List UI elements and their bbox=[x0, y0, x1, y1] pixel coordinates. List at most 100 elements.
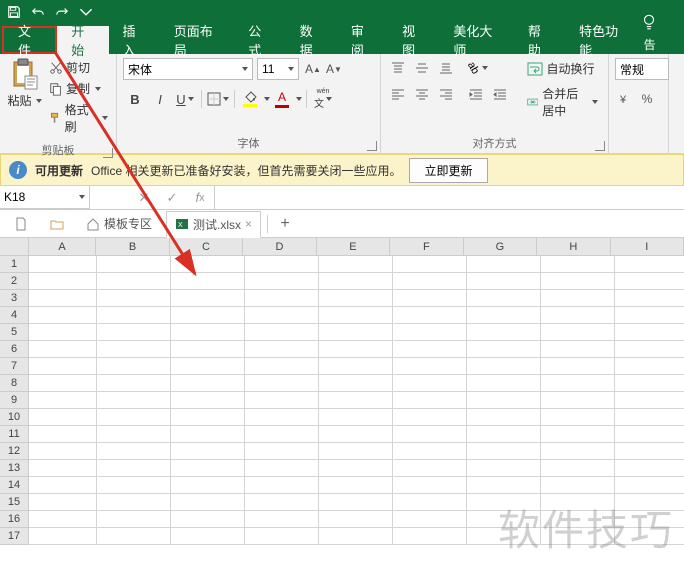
cell[interactable] bbox=[541, 426, 615, 443]
cell[interactable] bbox=[467, 358, 541, 375]
tab-file[interactable]: 文件 bbox=[2, 26, 57, 54]
tab-special[interactable]: 特色功能 bbox=[565, 26, 640, 54]
cell[interactable] bbox=[245, 460, 319, 477]
fill-color-button[interactable] bbox=[239, 88, 261, 110]
cell[interactable] bbox=[171, 324, 245, 341]
templates-tab[interactable]: 模板专区 bbox=[78, 211, 160, 236]
cell[interactable] bbox=[171, 307, 245, 324]
redo-icon[interactable] bbox=[54, 4, 70, 20]
cell[interactable] bbox=[97, 443, 171, 460]
cell[interactable] bbox=[245, 358, 319, 375]
cell[interactable] bbox=[541, 358, 615, 375]
name-box[interactable]: K18 bbox=[0, 186, 90, 209]
tab-home[interactable]: 开始 bbox=[57, 26, 108, 54]
cell[interactable] bbox=[29, 443, 97, 460]
cell[interactable] bbox=[97, 375, 171, 392]
cell[interactable] bbox=[319, 443, 393, 460]
cell[interactable] bbox=[393, 494, 467, 511]
cell[interactable] bbox=[541, 290, 615, 307]
col-header[interactable]: B bbox=[96, 238, 169, 256]
cell[interactable] bbox=[29, 375, 97, 392]
cell[interactable] bbox=[319, 324, 393, 341]
cell[interactable] bbox=[29, 477, 97, 494]
cell[interactable] bbox=[393, 256, 467, 273]
tab-page-layout[interactable]: 页面布局 bbox=[160, 26, 235, 54]
confirm-edit-icon[interactable]: ✓ bbox=[158, 190, 186, 206]
cell[interactable] bbox=[171, 375, 245, 392]
cell[interactable] bbox=[541, 324, 615, 341]
cell[interactable] bbox=[29, 341, 97, 358]
cell[interactable] bbox=[393, 477, 467, 494]
row-header[interactable]: 1 bbox=[0, 256, 29, 273]
cell[interactable] bbox=[97, 477, 171, 494]
tab-data[interactable]: 数据 bbox=[286, 26, 337, 54]
cell[interactable] bbox=[245, 307, 319, 324]
update-now-button[interactable]: 立即更新 bbox=[409, 158, 487, 183]
font-launcher[interactable] bbox=[367, 141, 377, 151]
cell[interactable] bbox=[97, 256, 171, 273]
cell[interactable] bbox=[467, 426, 541, 443]
cell[interactable] bbox=[393, 290, 467, 307]
row-header[interactable]: 14 bbox=[0, 477, 29, 494]
cell[interactable] bbox=[615, 528, 684, 545]
cell[interactable] bbox=[467, 307, 541, 324]
cell[interactable] bbox=[541, 375, 615, 392]
bold-button[interactable]: B bbox=[123, 88, 147, 110]
cell[interactable] bbox=[319, 477, 393, 494]
cell[interactable] bbox=[615, 341, 684, 358]
cell[interactable] bbox=[171, 273, 245, 290]
cell[interactable] bbox=[467, 256, 541, 273]
cell[interactable] bbox=[467, 375, 541, 392]
cell[interactable] bbox=[245, 443, 319, 460]
cell[interactable] bbox=[541, 511, 615, 528]
cell[interactable] bbox=[29, 409, 97, 426]
cell[interactable] bbox=[467, 443, 541, 460]
cell[interactable] bbox=[467, 460, 541, 477]
cell[interactable] bbox=[393, 358, 467, 375]
tab-help[interactable]: 帮助 bbox=[514, 26, 565, 54]
cell[interactable] bbox=[615, 307, 684, 324]
cell[interactable] bbox=[319, 290, 393, 307]
clipboard-launcher[interactable] bbox=[103, 148, 113, 158]
cell[interactable] bbox=[245, 494, 319, 511]
row-header[interactable]: 13 bbox=[0, 460, 29, 477]
save-icon[interactable] bbox=[6, 4, 22, 20]
cell[interactable] bbox=[171, 443, 245, 460]
cell[interactable] bbox=[245, 511, 319, 528]
add-tab-button[interactable]: + bbox=[274, 213, 296, 235]
cell[interactable] bbox=[171, 392, 245, 409]
font-family-select[interactable]: 宋体 bbox=[123, 58, 253, 80]
cell[interactable] bbox=[97, 273, 171, 290]
cell[interactable] bbox=[319, 409, 393, 426]
cell[interactable] bbox=[541, 256, 615, 273]
qat-dropdown-icon[interactable] bbox=[78, 4, 94, 20]
align-right-button[interactable] bbox=[435, 84, 457, 104]
cell[interactable] bbox=[29, 256, 97, 273]
cell[interactable] bbox=[29, 392, 97, 409]
cell[interactable] bbox=[245, 528, 319, 545]
cell[interactable] bbox=[467, 477, 541, 494]
cell[interactable] bbox=[97, 426, 171, 443]
cell[interactable] bbox=[319, 256, 393, 273]
cell[interactable] bbox=[615, 256, 684, 273]
cell[interactable] bbox=[171, 460, 245, 477]
cell[interactable] bbox=[171, 426, 245, 443]
underline-button[interactable]: U bbox=[173, 88, 197, 110]
cell[interactable] bbox=[541, 273, 615, 290]
cell[interactable] bbox=[467, 341, 541, 358]
tab-beautify[interactable]: 美化大师 bbox=[439, 26, 514, 54]
merge-center-button[interactable]: 合并后居中 bbox=[523, 83, 602, 121]
cell[interactable] bbox=[171, 477, 245, 494]
cell[interactable] bbox=[97, 358, 171, 375]
cell[interactable] bbox=[467, 392, 541, 409]
cut-button[interactable]: 剪切 bbox=[47, 58, 110, 77]
align-center-button[interactable] bbox=[411, 84, 433, 104]
cell[interactable] bbox=[245, 392, 319, 409]
cell[interactable] bbox=[541, 307, 615, 324]
row-header[interactable]: 12 bbox=[0, 443, 29, 460]
cell[interactable] bbox=[29, 324, 97, 341]
border-button[interactable] bbox=[206, 88, 230, 110]
cell[interactable] bbox=[171, 341, 245, 358]
cell[interactable] bbox=[97, 341, 171, 358]
col-header[interactable]: F bbox=[390, 238, 463, 256]
